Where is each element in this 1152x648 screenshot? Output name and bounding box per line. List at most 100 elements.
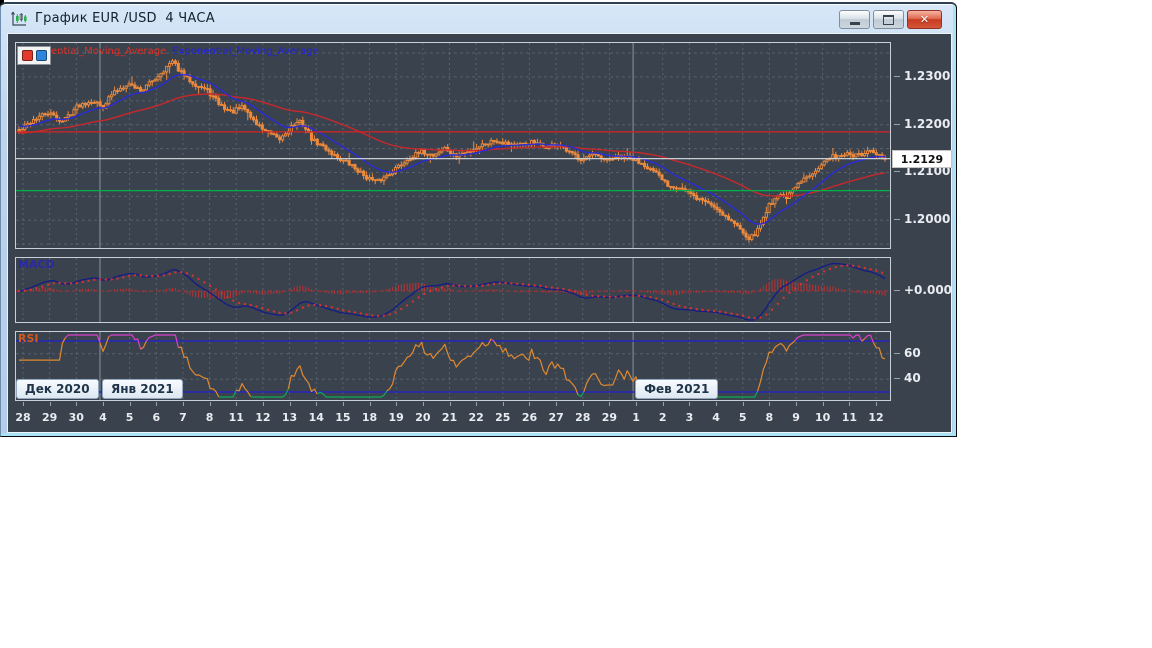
date-tick <box>796 402 798 406</box>
maximize-button[interactable] <box>873 10 904 29</box>
date-tick <box>396 402 398 406</box>
desktop-screen: График EUR /USD 4 ЧАСА ✕ ential_Moving_A… <box>0 0 1152 648</box>
chart-window: График EUR /USD 4 ЧАСА ✕ ential_Moving_A… <box>0 2 957 437</box>
date-label: 5 <box>738 411 747 424</box>
date-label: 15 <box>335 411 351 424</box>
date-tick <box>369 402 371 406</box>
date-tick <box>636 402 638 406</box>
red-ema-swatch-icon <box>21 50 33 61</box>
date-label: 28 <box>15 411 31 424</box>
window-title: График EUR /USD 4 ЧАСА <box>35 11 215 26</box>
minimize-icon <box>849 21 860 25</box>
date-label: 19 <box>388 411 404 424</box>
ema-slow-legend-label: ential_Moving_Average <box>51 46 167 57</box>
window-controls: ✕ <box>839 10 942 29</box>
blue-ema-swatch-icon <box>35 50 47 61</box>
date-tick <box>689 402 691 406</box>
date-label: 1 <box>632 411 640 424</box>
rsi-label: RSI <box>18 332 39 345</box>
date-label: 29 <box>601 411 618 424</box>
indicator-legend-swatches <box>17 46 51 65</box>
date-label: 7 <box>179 411 187 424</box>
date-label: 22 <box>468 411 484 424</box>
date-label: 3 <box>685 411 694 424</box>
chart-client-area: ential_Moving_Average Exponential_Moving… <box>7 33 953 433</box>
date-tick <box>502 402 504 406</box>
indicator-legend: ential_Moving_Average Exponential_Moving… <box>51 46 319 57</box>
date-tick <box>342 402 344 406</box>
date-label: 18 <box>361 411 378 424</box>
date-tick <box>582 402 584 406</box>
rsi-scale-label: 60 <box>894 345 921 360</box>
date-label: 2 <box>658 411 667 424</box>
month-badge: Дек 2020 <box>16 379 99 399</box>
date-label: 8 <box>765 411 774 424</box>
macd-panel[interactable] <box>15 257 891 323</box>
macd-canvas <box>16 258 890 322</box>
close-button[interactable]: ✕ <box>907 10 942 29</box>
date-label: 4 <box>712 411 720 424</box>
date-label: 5 <box>125 411 134 424</box>
date-tick <box>289 402 291 406</box>
date-tick <box>49 402 51 406</box>
date-tick <box>716 402 718 406</box>
date-label: 10 <box>815 411 831 424</box>
date-tick <box>156 402 158 406</box>
close-icon: ✕ <box>919 13 930 26</box>
date-label: 28 <box>575 411 591 424</box>
date-label: 12 <box>255 411 271 424</box>
date-tick <box>102 402 104 406</box>
date-label: 20 <box>415 411 431 424</box>
price-tick-label: 1.2000 <box>893 212 951 227</box>
window-titlebar[interactable]: График EUR /USD 4 ЧАСА ✕ <box>3 5 954 32</box>
candlestick-chart-icon <box>11 11 27 26</box>
date-tick <box>609 402 611 406</box>
maximize-icon <box>883 14 894 25</box>
date-tick <box>209 402 211 406</box>
date-tick <box>129 402 131 406</box>
date-label: 29 <box>42 411 58 424</box>
date-label: 27 <box>548 411 564 424</box>
date-tick <box>849 402 851 406</box>
date-label: 8 <box>205 411 214 424</box>
price-tick-label: 1.2300 <box>893 68 951 83</box>
current-price-tag: 1.2129 <box>892 150 952 169</box>
date-tick <box>822 402 824 406</box>
price-tick-label: 1.2200 <box>893 116 951 131</box>
date-tick <box>556 402 558 406</box>
date-tick <box>769 402 771 406</box>
date-label: 14 <box>308 411 324 424</box>
date-tick <box>449 402 451 406</box>
rsi-scale-label: 40 <box>894 371 921 386</box>
date-label: 11 <box>841 411 857 424</box>
price-chart-panel[interactable] <box>15 42 891 249</box>
date-label: 13 <box>281 411 298 424</box>
date-tick <box>23 402 24 406</box>
date-label: 26 <box>521 411 538 424</box>
date-label: 21 <box>441 411 458 424</box>
macd-zero-label: +0.000 <box>893 283 953 297</box>
date-tick <box>662 402 664 406</box>
price-chart-canvas <box>16 43 890 248</box>
date-tick <box>529 402 531 406</box>
macd-label: MACD <box>18 258 55 271</box>
date-tick <box>182 402 184 406</box>
date-tick <box>422 402 424 406</box>
ema-fast-legend-label: Exponential_Moving_Average <box>172 46 319 57</box>
date-tick <box>76 402 78 406</box>
date-label: 4 <box>99 411 107 424</box>
date-label: 11 <box>228 411 244 424</box>
month-badge: Янв 2021 <box>101 379 183 399</box>
date-tick <box>236 402 238 406</box>
date-label: 25 <box>495 411 511 424</box>
date-tick <box>262 402 264 406</box>
date-label: 30 <box>68 411 84 424</box>
month-badge: Фев 2021 <box>635 379 719 399</box>
date-label: 12 <box>868 411 884 424</box>
date-label: 6 <box>152 411 161 424</box>
date-tick <box>742 402 744 406</box>
date-tick <box>876 402 877 406</box>
date-tick <box>316 402 318 406</box>
minimize-button[interactable] <box>839 10 870 29</box>
date-tick <box>476 402 478 406</box>
